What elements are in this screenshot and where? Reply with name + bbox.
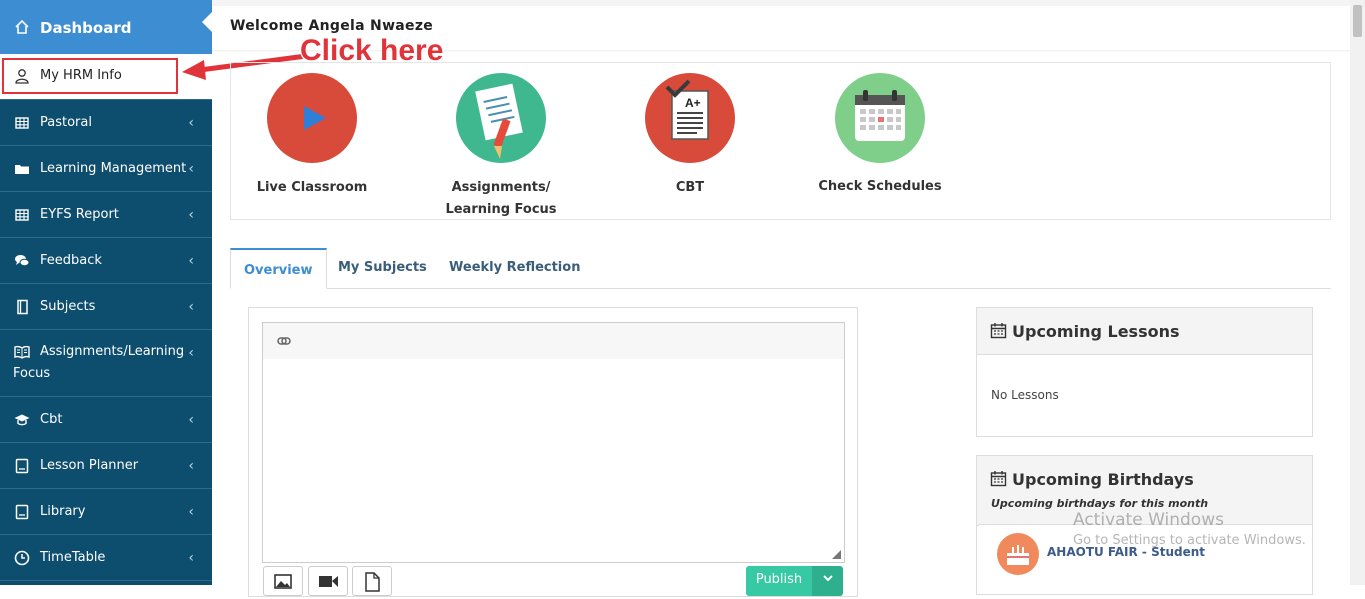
shortcut-cbt[interactable]: A+ CBT (630, 73, 750, 199)
tab-weekly-reflection[interactable]: Weekly Reflection (449, 248, 580, 289)
chevron-left-icon: ‹ (188, 550, 194, 566)
activate-windows-watermark: Activate Windows (1073, 510, 1224, 530)
shortcut-label: Assignments/ (451, 180, 551, 195)
sidebar-item-feedback[interactable]: Feedback ‹ (0, 238, 212, 284)
clock-icon (14, 550, 30, 566)
file-icon (365, 572, 380, 592)
image-icon (274, 574, 292, 589)
sidebar-item-label: Learning Management (40, 161, 187, 176)
sidebar-item-label: Pastoral (40, 115, 92, 130)
shortcut-check-schedules[interactable]: Check Schedules (815, 73, 945, 198)
panel-title: Upcoming Birthdays (1012, 470, 1194, 489)
sidebar-item-assignments-learning-focus[interactable]: Assignments/Learning Focus ‹ (0, 330, 212, 397)
sidebar: Dashboard My HRM Info Pastoral ‹ Learnin… (0, 0, 212, 585)
sidebar-item-library[interactable]: Library ‹ (0, 489, 212, 535)
sidebar-item-lesson-planner[interactable]: Lesson Planner ‹ (0, 443, 212, 489)
chevron-left-icon: ‹ (188, 161, 194, 177)
notepad-pencil-icon (456, 73, 546, 163)
play-icon (267, 73, 357, 163)
scrollbar-thumb[interactable] (1353, 5, 1362, 37)
chevron-left-icon: ‹ (188, 504, 194, 520)
publish-options-button[interactable] (812, 566, 843, 596)
shortcut-label: Live Classroom (256, 180, 368, 195)
sidebar-item-cbt[interactable]: Cbt ‹ (0, 397, 212, 443)
chevron-left-icon: ‹ (188, 299, 194, 315)
sidebar-item-label: Lesson Planner (40, 458, 139, 473)
panel-title: Upcoming Lessons (1012, 322, 1180, 341)
quick-access-panel (230, 62, 1331, 220)
publish-button[interactable]: Publish (746, 566, 812, 596)
link-icon[interactable] (277, 336, 291, 346)
attach-video-button[interactable] (308, 566, 348, 596)
sidebar-item-label: Assignments/Learning (40, 344, 185, 359)
tab-my-subjects[interactable]: My Subjects (338, 248, 427, 289)
sidebar-item-label: Dashboard (40, 19, 132, 37)
sidebar-item-timetable[interactable]: TimeTable ‹ (0, 535, 212, 581)
welcome-heading: Welcome Angela Nwaeze (230, 18, 434, 34)
sidebar-item-label: Library (40, 504, 86, 519)
sidebar-item-label-continued: Focus (13, 366, 51, 381)
attach-image-button[interactable] (263, 566, 303, 596)
sidebar-item-eyfs-report[interactable]: EYFS Report ‹ (0, 192, 212, 238)
chevron-left-icon: ‹ (188, 115, 194, 131)
post-editor[interactable] (262, 322, 845, 563)
table-icon (15, 117, 29, 129)
panel-subtitle: Upcoming birthdays for this month (991, 497, 1209, 510)
chevron-left-icon: ‹ (188, 458, 194, 474)
table-icon (15, 209, 29, 221)
book-icon (17, 299, 28, 315)
sidebar-item-subjects[interactable]: Subjects ‹ (0, 284, 212, 330)
calendar-icon (990, 471, 1007, 487)
sidebar-item-pastoral[interactable]: Pastoral ‹ (0, 100, 212, 146)
birthday-cake-icon (997, 533, 1039, 575)
chevron-left-icon: ‹ (188, 207, 194, 223)
folder-icon (15, 165, 29, 174)
open-book-icon (14, 345, 30, 359)
shortcut-assignments[interactable]: Assignments/ Learning Focus (436, 73, 566, 221)
tab-overview[interactable]: Overview (230, 248, 327, 289)
planner-icon (15, 458, 29, 474)
shortcut-live-classroom[interactable]: Live Classroom (252, 73, 372, 199)
graduation-cap-icon (14, 414, 30, 426)
comments-icon (15, 255, 30, 267)
calendar-icon (990, 323, 1007, 339)
sidebar-item-learning-management[interactable]: Learning Management ‹ (0, 146, 212, 192)
activate-windows-hint: Go to Settings to activate Windows. (1073, 533, 1306, 548)
attach-file-button[interactable] (352, 566, 392, 596)
calendar-icon (835, 73, 925, 163)
upcoming-lessons-panel: Upcoming Lessons No Lessons (976, 307, 1313, 437)
shortcut-label: Check Schedules (818, 179, 942, 194)
sidebar-item-label: Subjects (40, 299, 96, 314)
tab-bar: Overview My Subjects Weekly Reflection (230, 248, 1331, 289)
library-icon (15, 504, 29, 520)
sidebar-item-label: Feedback (40, 253, 102, 268)
editor-toolbar (263, 323, 844, 359)
shortcut-label-continued: Learning Focus (445, 202, 557, 217)
sidebar-item-label: EYFS Report (40, 207, 119, 222)
video-icon (319, 576, 338, 587)
shortcut-label: CBT (675, 180, 705, 195)
empty-message: No Lessons (991, 388, 1059, 402)
sidebar-item-label: My HRM Info (40, 68, 122, 83)
chevron-left-icon: ‹ (188, 253, 194, 269)
svg-text:A+: A+ (685, 96, 701, 110)
graded-test-icon: A+ (645, 73, 735, 163)
chevron-left-icon: ‹ (188, 412, 194, 428)
sidebar-item-label: TimeTable (40, 550, 106, 565)
chevron-left-icon: ‹ (188, 345, 194, 361)
page-scrollbar[interactable] (1350, 0, 1365, 585)
chevron-down-icon (822, 575, 833, 582)
home-icon (15, 19, 29, 34)
user-icon (15, 69, 29, 84)
resize-handle-icon[interactable] (832, 550, 841, 559)
sidebar-item-label: Cbt (40, 412, 63, 427)
